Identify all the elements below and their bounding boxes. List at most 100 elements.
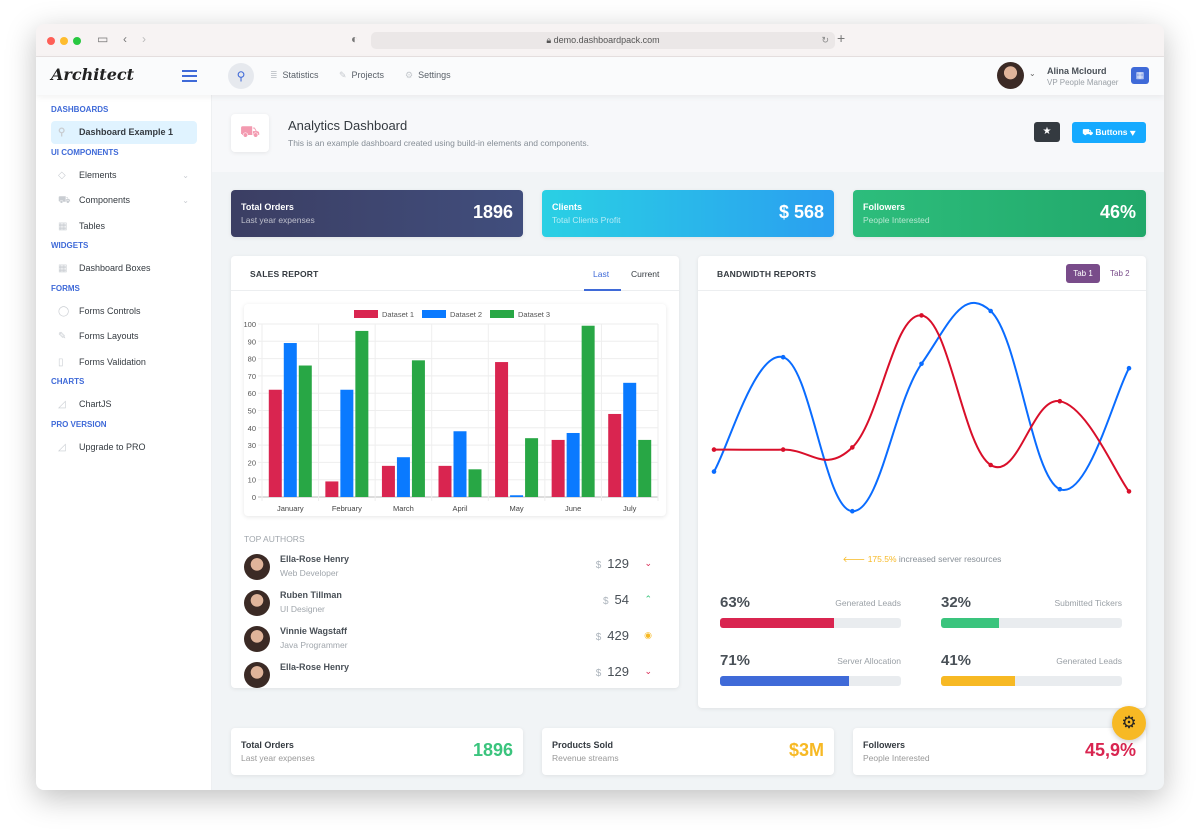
sidebar-item[interactable]: ◿ Upgrade to PRO	[51, 436, 197, 459]
user-avatar[interactable]	[997, 62, 1024, 89]
author-row: Ruben Tillman UI Designer $54 ⌃	[244, 590, 664, 626]
line-point	[780, 447, 786, 452]
sidebar-item-label: Dashboard Boxes	[79, 263, 151, 273]
line-point	[1057, 398, 1063, 404]
bar-july-ds1	[608, 413, 622, 497]
bottom-stat-products-sold: Products Sold Revenue streams $3M	[542, 728, 834, 775]
progress-fill	[720, 618, 835, 628]
bar-march-ds3	[411, 360, 425, 497]
calendar-button[interactable]: ▦	[1131, 67, 1149, 84]
line-point	[1057, 486, 1063, 492]
bar-july-ds2	[623, 382, 637, 497]
tab-current[interactable]: Current	[631, 269, 659, 279]
sidebar-section-title: CHARTS	[51, 377, 85, 386]
sidebar-item[interactable]: ▦ Dashboard Boxes	[51, 257, 197, 280]
y-tick-label: 40	[248, 424, 256, 433]
sidebar-item[interactable]: ✎ Forms Layouts	[51, 325, 197, 348]
bar-march-ds1	[381, 465, 395, 497]
x-tick-label: July	[623, 504, 637, 513]
x-tick-label: April	[452, 504, 467, 513]
bar-chart: 0 10 20 30 40 50 60 70 80 90 100 January February Mar…	[243, 310, 659, 513]
calendar-icon: ▦	[1135, 70, 1145, 80]
stat-title: Total Orders	[241, 202, 294, 212]
search-button[interactable]: ⚲	[228, 63, 254, 89]
sidebar: DASHBOARDS ⚲ Dashboard Example 1 UI COMPONE…	[36, 95, 212, 790]
tab-last[interactable]: Last	[593, 269, 609, 279]
author-amount: $129	[596, 664, 629, 679]
buttons-dropdown[interactable]: ⛟ Buttons ▾	[1072, 122, 1146, 143]
box-icon: ▦	[58, 263, 68, 274]
forward-icon[interactable]: ›	[142, 32, 146, 46]
amount-value: 129	[607, 664, 629, 679]
minimize-window-button[interactable]	[60, 37, 68, 45]
sidebar-toggle-icon[interactable]: ▭	[97, 32, 108, 46]
progress-label: Submitted Tickers	[1054, 598, 1122, 608]
close-window-button[interactable]	[47, 37, 55, 45]
author-name: Vinnie Wagstaff	[280, 626, 348, 636]
author-avatar	[244, 626, 270, 652]
sidebar-item[interactable]: ▦ Tables	[51, 215, 197, 238]
progress-fill	[941, 618, 999, 628]
sidebar-item[interactable]: ◿ ChartJS	[51, 393, 197, 416]
nav-settings[interactable]: ⚙ Settings	[405, 70, 451, 81]
bar-may-ds3	[525, 438, 539, 497]
currency: $	[595, 632, 602, 643]
sidebar-item[interactable]: ◇ Elements ⌄	[51, 164, 197, 187]
maximize-window-button[interactable]	[73, 37, 81, 45]
author-amount: $429	[596, 628, 629, 643]
stat-value: 45,9%	[1084, 740, 1136, 760]
y-tick-label: 50	[248, 407, 256, 416]
legend-swatch	[354, 310, 378, 318]
nav-projects[interactable]: ✎ Projects	[339, 70, 384, 81]
sidebar-item[interactable]: ▯ Forms Validation	[51, 351, 197, 374]
bandwidth-report-card: BANDWIDTH REPORTS Tab 1 Tab 2 🡐 175.5% i…	[698, 256, 1146, 708]
progress-fill	[941, 676, 1016, 686]
sidebar-item-label: Dashboard Example 1	[79, 127, 174, 137]
bar-june-ds1	[551, 439, 565, 497]
tab-1-button[interactable]: Tab 1	[1066, 264, 1100, 283]
chevron-down-icon[interactable]: ⌄	[1029, 69, 1036, 78]
card-header: SALES REPORT Last Current	[231, 256, 679, 291]
theme-settings-button[interactable]: ⚙	[1112, 706, 1146, 740]
line-series-1	[713, 302, 1130, 513]
shield-icon[interactable]: ◐	[351, 32, 358, 46]
tab-2-button[interactable]: Tab 2	[1110, 269, 1130, 278]
user-role: VP People Manager	[1047, 78, 1119, 87]
hamburger-menu-icon[interactable]	[182, 70, 197, 85]
new-tab-icon[interactable]: +	[837, 30, 845, 46]
stat-value: 1896	[472, 202, 513, 222]
back-icon[interactable]: ‹	[123, 32, 127, 46]
stat-title: Products Sold	[552, 740, 614, 750]
line-point	[1126, 365, 1132, 371]
sidebar-item[interactable]: ◯ Forms Controls	[51, 300, 197, 323]
page-title: Analytics Dashboard	[288, 118, 408, 133]
nav-statistics[interactable]: ≣ Statistics	[270, 70, 319, 81]
line-point	[780, 354, 786, 360]
y-tick-label: 90	[248, 337, 256, 346]
stat-value: $ 568	[778, 202, 824, 222]
reload-icon[interactable]: ↻	[821, 32, 829, 49]
top-authors-title: TOP AUTHORS	[244, 534, 305, 544]
author-role: Java Programmer	[280, 640, 348, 650]
graph-icon: ◿	[58, 441, 66, 453]
progress-bar	[941, 618, 1122, 628]
lock-icon: 🔒︎	[546, 35, 554, 45]
address-bar[interactable]: 🔒︎ demo.dashboardpack.com ↻	[371, 32, 835, 49]
amount-value: 54	[614, 592, 629, 607]
progress-label: Server Allocation	[837, 656, 901, 666]
author-row: Vinnie Wagstaff Java Programmer $429 ◉	[244, 626, 664, 662]
chevron-down-icon[interactable]: ⌄	[182, 164, 189, 187]
chevron-down-icon[interactable]: ⌄	[182, 189, 189, 212]
tab-label: Tab 1	[1073, 269, 1093, 278]
amount-value: 429	[607, 628, 629, 643]
favorite-button[interactable]: ★	[1034, 122, 1060, 142]
progress-label: Generated Leads	[835, 598, 901, 608]
author-name: Ruben Tillman	[280, 590, 342, 600]
line-point	[988, 462, 993, 468]
gear-icon: ⚙	[405, 70, 414, 80]
sidebar-item[interactable]: ⚲ Dashboard Example 1	[51, 121, 197, 144]
sidebar-item-label: Components	[79, 195, 131, 205]
sidebar-item[interactable]: ⛟ Components ⌄	[51, 189, 197, 212]
line-point	[850, 445, 855, 450]
x-tick-label: March	[393, 504, 414, 513]
